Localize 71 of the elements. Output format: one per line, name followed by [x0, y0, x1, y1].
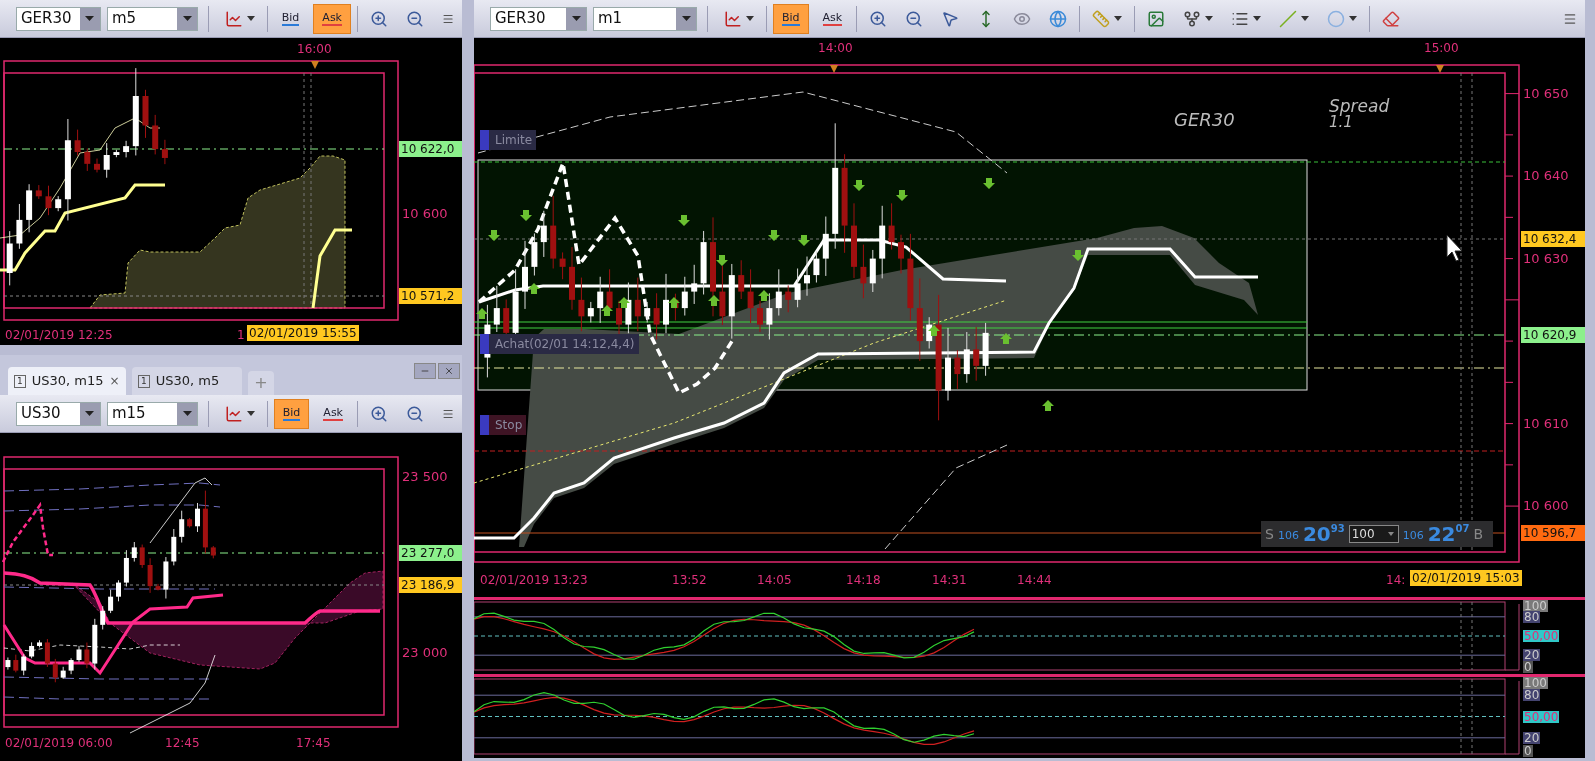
time-label: 15:00	[1424, 42, 1459, 54]
time-label: 14:00	[818, 42, 853, 54]
level-label: 100	[1523, 677, 1548, 689]
buy-volume: 106	[1402, 527, 1424, 544]
ask-button[interactable]: Ask	[814, 3, 851, 34]
symbol-dropdown[interactable]: US30	[16, 401, 101, 426]
level-label: 20	[1523, 649, 1541, 662]
level-label: 80	[1523, 689, 1541, 702]
time-label: 02/01/2019 12:25	[5, 329, 113, 341]
price-tag: 10 596,7	[1521, 525, 1585, 541]
chart-tab[interactable]: 1 US30, m15 ×	[8, 367, 126, 395]
spread-label: Spread	[1329, 98, 1390, 115]
time-label: 12:45	[165, 737, 200, 749]
time-label: 02/01/2019 13:23	[480, 574, 588, 586]
time-label: 14:44	[1017, 574, 1052, 586]
price-tag: 23 186,9	[399, 577, 462, 593]
cursor-time-tag: 02/01/2019 15:55	[247, 325, 359, 341]
bid-button[interactable]: Bid	[273, 398, 310, 429]
sell-label: S	[1265, 524, 1274, 544]
price-label: 10 610	[1523, 416, 1569, 430]
order-label[interactable]: Stop	[480, 415, 527, 435]
symbol-dropdown[interactable]: GER30	[16, 6, 101, 31]
amount-field[interactable]: 100	[1348, 525, 1399, 543]
price-tag: 10 620,9	[1521, 327, 1585, 343]
time-label: 14:	[1386, 574, 1406, 586]
timeframe-dropdown[interactable]: m1	[593, 6, 697, 31]
price-tag: 10 632,4	[1521, 231, 1585, 247]
tab-number: 1	[14, 374, 26, 388]
tab-label: US30, m5	[155, 372, 220, 391]
time-label: 16:00	[297, 43, 332, 55]
instrument-label: GER30	[1174, 111, 1235, 129]
time-label: 14:05	[757, 574, 792, 586]
price-label: 10 640	[1523, 169, 1569, 183]
price-tag: 10 571,2	[399, 288, 462, 304]
tab-number: 1	[138, 374, 150, 388]
time-label: 13:52	[672, 574, 707, 586]
price-label: 10 600	[1523, 499, 1569, 513]
price-label: 10 650	[1523, 86, 1569, 100]
level-label: 0	[1523, 745, 1533, 757]
order-label[interactable]: Achat(02/01 14:12,4,4)	[480, 334, 639, 354]
level-label: 50,00	[1523, 710, 1560, 723]
bid-button[interactable]: Bid	[273, 3, 308, 34]
price-tag: 10 622,0	[399, 141, 462, 157]
timeframe-dropdown[interactable]: m15	[106, 401, 198, 426]
cursor-time-tag: 02/01/2019 15:03	[1410, 570, 1522, 586]
level-label: 0	[1523, 661, 1533, 673]
chart-tab[interactable]: 1 US30, m5	[132, 367, 242, 395]
ask-button[interactable]: Ask	[313, 3, 351, 34]
time-label: 14:18	[846, 574, 881, 586]
price-label: 10 630	[1523, 251, 1569, 265]
price-label: 23 000	[402, 646, 448, 659]
time-label: 17:45	[296, 737, 331, 749]
time-label: 02/01/2019 06:00	[5, 737, 113, 749]
spread-value: 1.1	[1329, 115, 1353, 130]
time-label: 14:31	[932, 574, 967, 586]
buy-label: B	[1473, 524, 1484, 544]
sell-volume: 106	[1277, 527, 1299, 544]
symbol-dropdown[interactable]: GER30	[490, 6, 587, 31]
time-label: 1	[237, 329, 245, 341]
timeframe-dropdown[interactable]: m5	[106, 6, 198, 31]
price-label: 23 500	[402, 470, 448, 483]
price-label: 10 600	[402, 207, 448, 220]
close-tab-button[interactable]: ×	[109, 372, 120, 390]
bid-button[interactable]: Bid	[773, 3, 809, 34]
ask-button[interactable]: Ask	[315, 398, 351, 429]
level-label: 100	[1523, 600, 1548, 612]
level-label: 50,00	[1523, 630, 1560, 642]
tab-label: US30, m15	[31, 372, 104, 391]
price-tag: 23 277,0	[399, 545, 462, 561]
level-label: 20	[1523, 731, 1541, 744]
order-label[interactable]: Limite	[480, 130, 537, 150]
